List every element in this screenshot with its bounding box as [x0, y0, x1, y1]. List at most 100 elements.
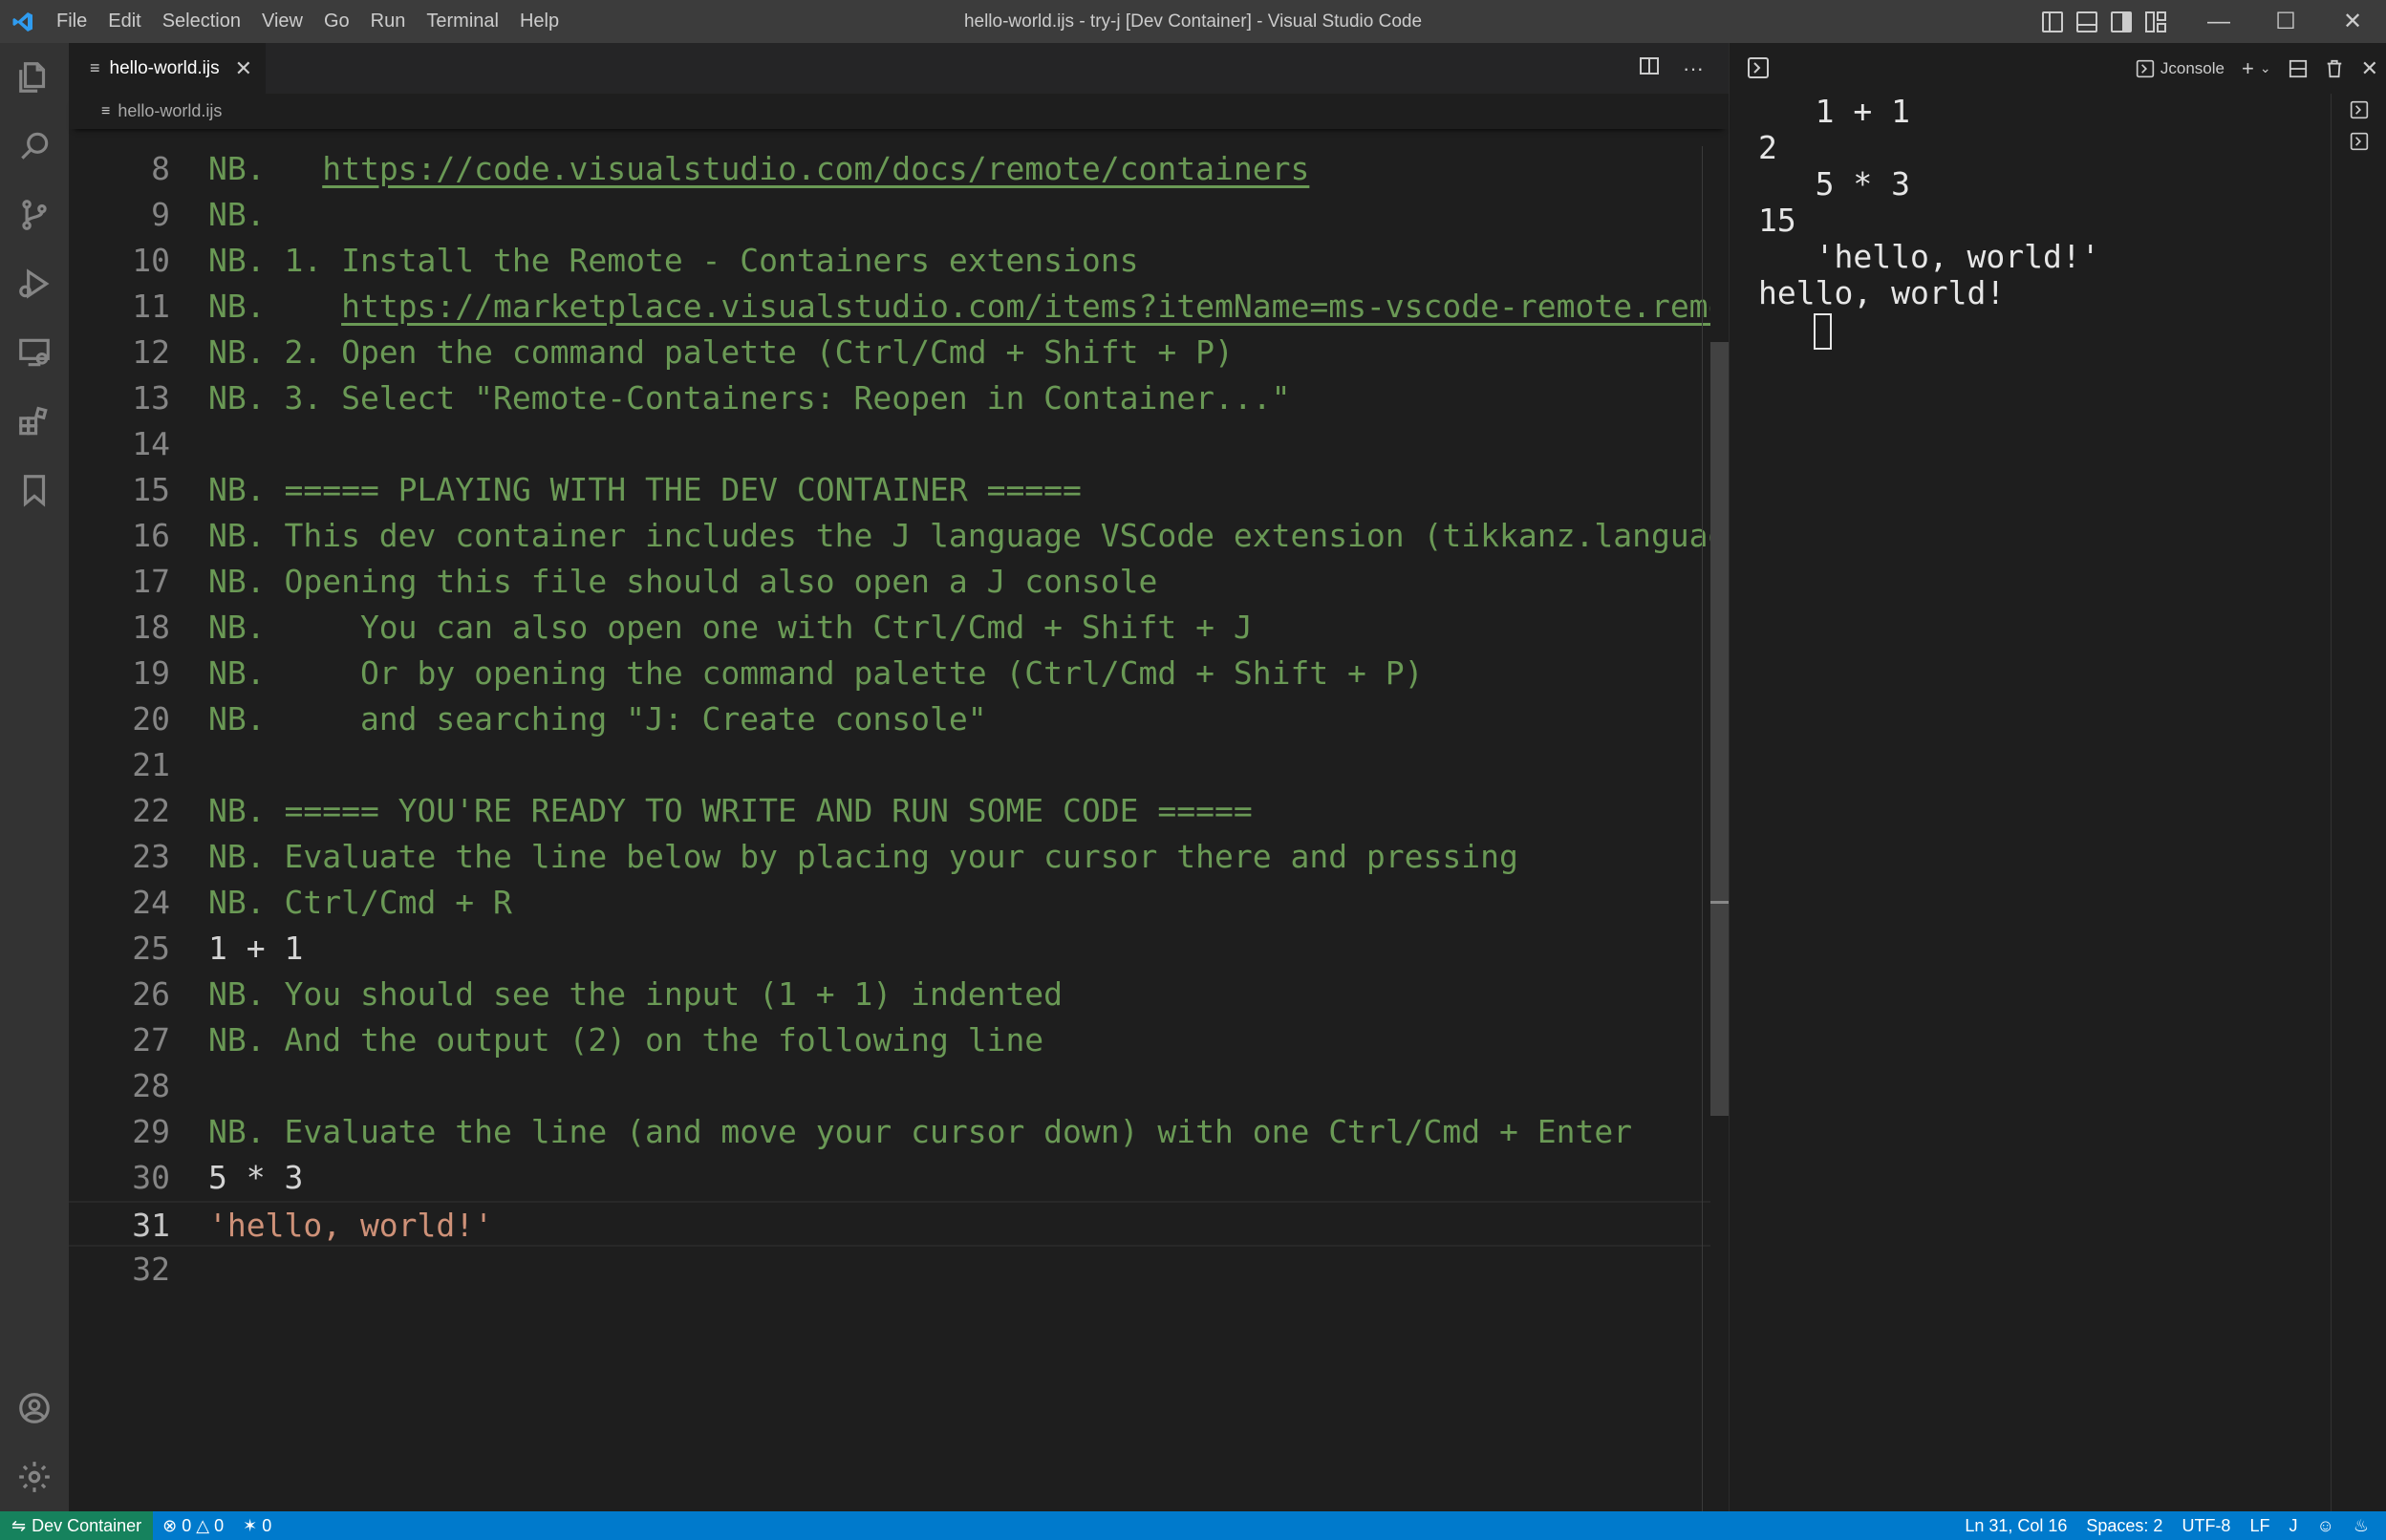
- more-actions-icon[interactable]: ···: [1683, 56, 1704, 81]
- line-number: 13: [132, 379, 170, 417]
- code-line[interactable]: 24 NB. Ctrl/Cmd + R: [69, 880, 1729, 926]
- remote-explorer-icon[interactable]: [0, 318, 69, 387]
- vscode-logo-icon: [0, 0, 46, 43]
- line-number: 11: [132, 288, 170, 325]
- remote-indicator[interactable]: ⇋ Dev Container: [0, 1511, 154, 1540]
- menu-file[interactable]: File: [46, 0, 97, 43]
- terminal-tabs: [2331, 94, 2386, 1511]
- code-line[interactable]: 10 NB. 1. Install the Remote - Containers…: [69, 238, 1729, 284]
- terminal-icon[interactable]: [2332, 125, 2386, 157]
- code-line[interactable]: 17 NB. Opening this file should also open…: [69, 559, 1729, 605]
- menu-run[interactable]: Run: [360, 0, 417, 43]
- code-line[interactable]: 27 NB. And the output (2) on the followin…: [69, 1017, 1729, 1063]
- code-text: NB. This dev container includes the J la…: [208, 517, 1729, 554]
- split-terminal-icon[interactable]: [2289, 59, 2308, 78]
- run-debug-icon[interactable]: [0, 249, 69, 318]
- ports-status[interactable]: ✶ 0: [233, 1511, 281, 1540]
- code-line[interactable]: 25 1 + 1: [69, 926, 1729, 972]
- code-line[interactable]: 13 NB. 3. Select "Remote-Containers: Reop…: [69, 375, 1729, 421]
- vertical-scrollbar-thumb[interactable]: [1710, 342, 1729, 1116]
- end-of-line[interactable]: LF: [2240, 1511, 2279, 1540]
- tab-hello-world[interactable]: ≡ hello-world.ijs ✕: [69, 43, 267, 94]
- new-terminal-icon[interactable]: + ⌄: [2242, 56, 2271, 81]
- tab-bar: ≡ hello-world.ijs ✕ ···: [69, 43, 1729, 94]
- code-line[interactable]: 29 NB. Evaluate the line (and move your c…: [69, 1109, 1729, 1155]
- code-line[interactable]: 9 NB.: [69, 192, 1729, 238]
- code-line[interactable]: 20 NB. and searching "J: Create console": [69, 696, 1729, 742]
- code-line[interactable]: 18 NB. You can also open one with Ctrl/Cm…: [69, 605, 1729, 651]
- code-line[interactable]: 11 NB. https://marketplace.visualstudio.c…: [69, 284, 1729, 330]
- customize-layout-icon[interactable]: [2145, 11, 2166, 32]
- accounts-icon[interactable]: [0, 1374, 69, 1443]
- minimize-button[interactable]: —: [2185, 0, 2252, 43]
- close-button[interactable]: ✕: [2319, 0, 2386, 43]
- encoding[interactable]: UTF-8: [2172, 1511, 2240, 1540]
- maximize-button[interactable]: ☐: [2252, 0, 2319, 43]
- terminal-output[interactable]: 1 + 1 2 5 * 3 15 'hello, world!' hello, …: [1758, 94, 2322, 1508]
- bookmarks-icon[interactable]: [0, 456, 69, 524]
- line-text: NB. 2. Open the command palette (Ctrl/Cm…: [208, 330, 1234, 375]
- terminal-icon[interactable]: [1747, 56, 1770, 84]
- terminal-selector[interactable]: Jconsole: [2136, 59, 2225, 78]
- search-icon[interactable]: [0, 112, 69, 181]
- code-line[interactable]: 23 NB. Evaluate the line below by placing…: [69, 834, 1729, 880]
- code-line[interactable]: 19 NB. Or by opening the command palette …: [69, 651, 1729, 696]
- chevron-down-icon[interactable]: ⌄: [2260, 60, 2271, 76]
- editor-actions: ···: [1639, 43, 1704, 94]
- trash-icon[interactable]: [2325, 59, 2344, 78]
- panel-header: Jconsole + ⌄ ✕: [1730, 43, 2386, 94]
- terminal-icon[interactable]: [2332, 94, 2386, 125]
- language-mode[interactable]: J: [2279, 1511, 2307, 1540]
- menu-terminal[interactable]: Terminal: [416, 0, 509, 43]
- code-line[interactable]: 32: [69, 1247, 1729, 1293]
- close-panel-icon[interactable]: ✕: [2361, 56, 2378, 81]
- code-line[interactable]: 31 'hello, world!': [69, 1201, 1729, 1247]
- split-editor-icon[interactable]: [1639, 55, 1660, 82]
- code-line[interactable]: 15 NB. ===== PLAYING WITH THE DEV CONTAIN…: [69, 467, 1729, 513]
- toggle-secondary-sidebar-icon[interactable]: [2111, 11, 2132, 32]
- code-text: NB. Opening this file should also open a…: [208, 563, 1158, 600]
- warning-icon: △: [196, 1515, 210, 1535]
- code-line[interactable]: 28: [69, 1063, 1729, 1109]
- toggle-panel-icon[interactable]: [2076, 11, 2097, 32]
- cursor-position[interactable]: Ln 31, Col 16: [1955, 1511, 2076, 1540]
- terminal-line: 2: [1758, 129, 1777, 166]
- line-text: NB. You should see the input (1 + 1) ind…: [208, 972, 1063, 1017]
- line-text: NB. And the output (2) on the following …: [208, 1017, 1043, 1063]
- code-line[interactable]: 30 5 * 3: [69, 1155, 1729, 1201]
- menu-help[interactable]: Help: [509, 0, 570, 43]
- code-line[interactable]: 22 NB. ===== YOU'RE READY TO WRITE AND RU…: [69, 788, 1729, 834]
- manage-gear-icon[interactable]: [0, 1443, 69, 1511]
- code-text: NB. ===== PLAYING WITH THE DEV CONTAINER…: [208, 471, 1082, 508]
- code-line[interactable]: 8 NB. https://code.visualstudio.com/docs/…: [69, 146, 1729, 192]
- code-link[interactable]: https://code.visualstudio.com/docs/remot…: [322, 150, 1309, 187]
- line-text: NB.: [208, 192, 266, 238]
- feedback-icon[interactable]: ☺: [2307, 1511, 2343, 1540]
- code-editor[interactable]: 32 31 'hello, world!' 30 5 * 3 29 NB. Evaluate…: [69, 146, 1729, 1511]
- code-line[interactable]: 16 NB. This dev container includes the J …: [69, 513, 1729, 559]
- line-text: NB. Opening this file should also open a…: [208, 559, 1157, 605]
- line-number: 29: [132, 1113, 170, 1150]
- code-line[interactable]: 12 NB. 2. Open the command palette (Ctrl/…: [69, 330, 1729, 375]
- code-text: NB. Evaluate the line (and move your cur…: [208, 1113, 1633, 1150]
- code-line[interactable]: 21: [69, 742, 1729, 788]
- code-link[interactable]: https://marketplace.visualstudio.com/ite…: [341, 288, 1729, 325]
- terminal-line: hello, world!: [1758, 274, 2006, 311]
- bell-icon[interactable]: ♨: [2344, 1511, 2378, 1540]
- menu-go[interactable]: Go: [313, 0, 360, 43]
- code-line[interactable]: 26 NB. You should see the input (1 + 1) i…: [69, 972, 1729, 1017]
- toggle-primary-sidebar-icon[interactable]: [2042, 11, 2063, 32]
- problems-status[interactable]: ⊗ 0 △ 0: [153, 1511, 233, 1540]
- code-line[interactable]: 14: [69, 421, 1729, 467]
- explorer-icon[interactable]: [0, 43, 69, 112]
- indentation[interactable]: Spaces: 2: [2076, 1511, 2172, 1540]
- menu-edit[interactable]: Edit: [97, 0, 151, 43]
- line-number: 22: [132, 792, 170, 829]
- extensions-icon[interactable]: [0, 387, 69, 456]
- source-control-icon[interactable]: [0, 181, 69, 249]
- menu-selection[interactable]: Selection: [152, 0, 251, 43]
- close-icon[interactable]: ✕: [235, 56, 252, 81]
- panel-actions: Jconsole + ⌄ ✕: [2136, 43, 2378, 94]
- breadcrumb-item[interactable]: hello-world.ijs: [118, 101, 222, 121]
- menu-view[interactable]: View: [251, 0, 313, 43]
